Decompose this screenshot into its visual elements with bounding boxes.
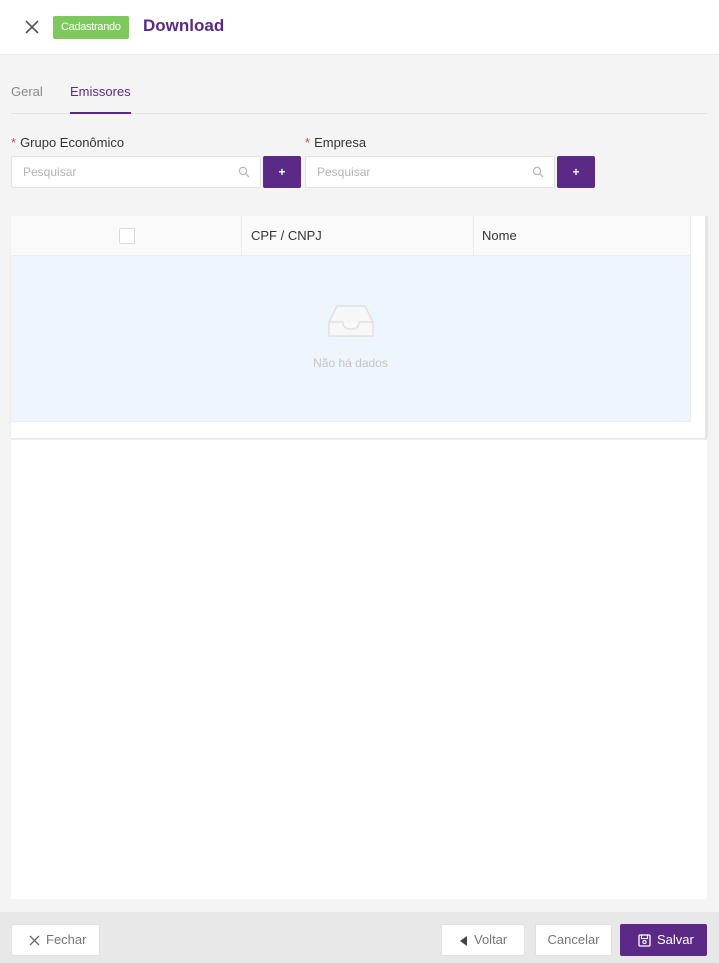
cancelar-button[interactable]: Cancelar — [535, 924, 612, 956]
grupo-economico-search — [11, 156, 261, 188]
add-empresa-button[interactable]: + — [557, 156, 595, 188]
table-scrollbar[interactable] — [690, 216, 708, 438]
inbox-icon — [328, 305, 374, 337]
footer-bar: Fechar Voltar Cancelar Salvar — [0, 912, 719, 963]
required-mark: * — [305, 135, 311, 150]
salvar-label: Salvar — [657, 932, 694, 947]
column-header-nome[interactable]: Nome — [474, 216, 690, 256]
tab-geral[interactable]: Geral — [11, 84, 43, 114]
scrollbar-thumb[interactable] — [705, 216, 708, 438]
voltar-button[interactable]: Voltar — [441, 924, 525, 956]
grupo-economico-input[interactable] — [12, 157, 260, 187]
voltar-label: Voltar — [474, 932, 508, 947]
caret-left-icon — [460, 935, 467, 946]
grupo-economico-label-text: Grupo Econômico — [20, 135, 125, 150]
add-grupo-economico-button[interactable]: + — [263, 156, 301, 188]
empresa-label-text: Empresa — [314, 135, 367, 150]
fechar-button[interactable]: Fechar — [11, 924, 100, 956]
status-badge: Cadastrando — [53, 16, 129, 39]
empresa-input[interactable] — [306, 157, 554, 187]
empresa-label: * Empresa — [305, 135, 366, 150]
emissores-table: CPF / CNPJ Nome Não há dados — [11, 216, 708, 438]
close-icon[interactable] — [22, 17, 42, 37]
salvar-button[interactable]: Salvar — [620, 924, 707, 956]
required-mark: * — [11, 135, 17, 150]
tab-bar: Geral Emissores — [11, 80, 707, 114]
page-title: Download — [143, 16, 225, 35]
empresa-search — [305, 156, 555, 188]
search-icon[interactable] — [532, 166, 544, 178]
content-panel — [11, 440, 707, 899]
select-all-column — [11, 216, 242, 256]
table-empty-state: Não há dados — [11, 256, 690, 422]
select-all-checkbox[interactable] — [119, 228, 135, 244]
save-icon — [638, 934, 651, 947]
fechar-label: Fechar — [46, 932, 87, 947]
search-icon[interactable] — [238, 166, 250, 178]
table-header: CPF / CNPJ Nome — [11, 216, 690, 256]
grupo-economico-label: * Grupo Econômico — [11, 135, 124, 150]
empty-text: Não há dados — [313, 356, 388, 370]
close-icon — [29, 935, 40, 946]
tab-emissores[interactable]: Emissores — [70, 84, 131, 114]
column-header-cpf-cnpj[interactable]: CPF / CNPJ — [242, 216, 474, 256]
page-header: Cadastrando Download — [0, 0, 719, 55]
